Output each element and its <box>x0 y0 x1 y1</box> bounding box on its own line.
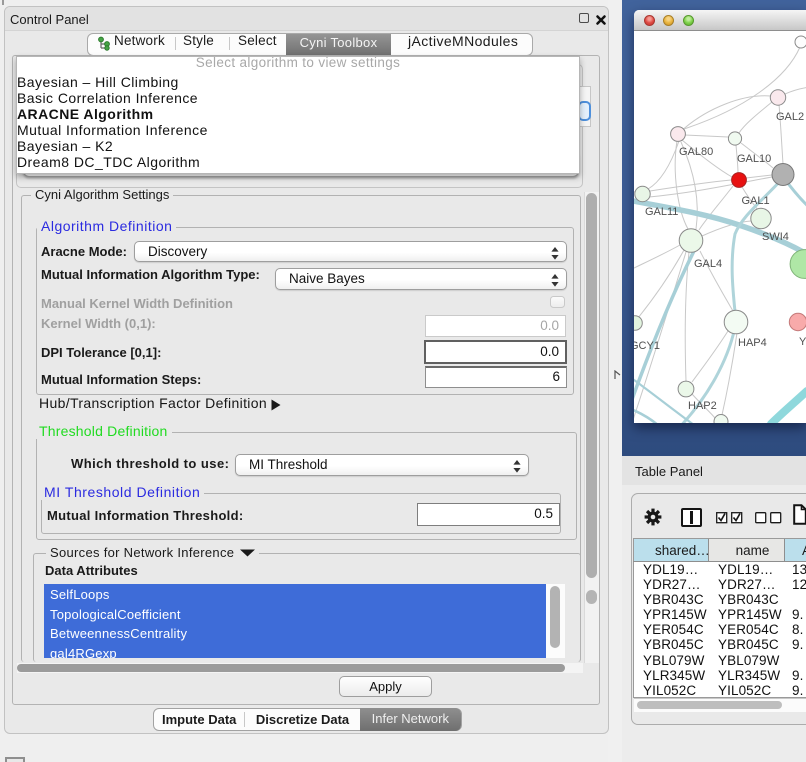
svg-text:GCY1: GCY1 <box>634 340 660 352</box>
svg-text:GAL2: GAL2 <box>776 111 804 123</box>
svg-text:GAL4: GAL4 <box>694 258 722 270</box>
svg-text:GAL11: GAL11 <box>645 206 678 218</box>
svg-text:HAP4: HAP4 <box>738 337 767 349</box>
svg-text:GAL10: GAL10 <box>737 153 771 165</box>
svg-text:SWI4: SWI4 <box>762 231 789 243</box>
svg-text:HAP2: HAP2 <box>688 400 717 412</box>
svg-text:GAL80: GAL80 <box>679 146 713 158</box>
svg-text:Y: Y <box>799 336 806 348</box>
svg-text:GAL1: GAL1 <box>742 195 770 207</box>
